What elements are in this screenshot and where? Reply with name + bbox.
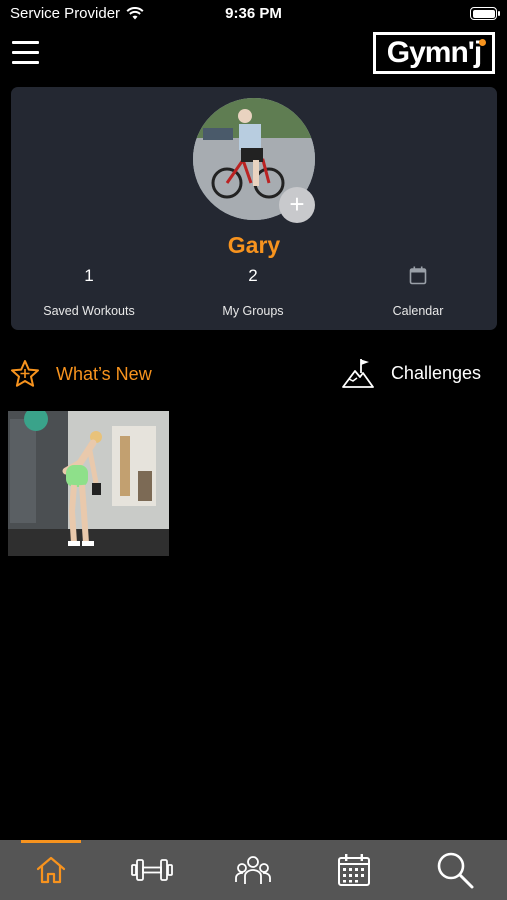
stat-label: My Groups <box>222 304 284 318</box>
app-logo: Gymn'j <box>373 32 495 74</box>
stat-label: Calendar <box>392 304 444 318</box>
bottom-tab-bar <box>0 840 507 900</box>
stat-calendar[interactable]: Calendar <box>338 265 498 318</box>
section-row: What’s New Challenges <box>0 355 507 395</box>
calendar-icon <box>337 854 370 886</box>
group-icon <box>234 856 271 884</box>
challenges-label: Challenges <box>390 362 481 383</box>
challenges-link[interactable]: Challenges <box>341 357 481 389</box>
stat-label: Saved Workouts <box>43 304 135 318</box>
workout-video-thumbnail[interactable] <box>8 411 169 556</box>
status-time: 9:36 PM <box>225 5 282 22</box>
tab-groups[interactable] <box>202 840 303 900</box>
stat-value: 2 <box>248 266 258 285</box>
hamburger-menu-icon[interactable] <box>12 41 39 65</box>
whats-new-label: What’s New <box>56 363 152 384</box>
profile-name: Gary <box>227 232 281 258</box>
tab-home[interactable] <box>0 840 101 900</box>
dumbbell-icon <box>130 859 173 881</box>
home-icon <box>36 856 65 884</box>
profile-card: + Gary 1 Saved Workouts 2 My Groups Cale… <box>11 87 497 330</box>
tab-calendar[interactable] <box>303 840 404 900</box>
stat-value: 1 <box>84 266 94 285</box>
star-icon <box>11 360 39 387</box>
status-bar: Service Provider 9:36 PM <box>0 0 507 28</box>
logo-text: Gymn'j <box>386 36 482 69</box>
add-photo-button[interactable]: + <box>279 187 315 223</box>
tab-search[interactable] <box>404 840 505 900</box>
stat-value <box>338 265 498 287</box>
tab-workouts[interactable] <box>101 840 202 900</box>
stat-saved-workouts[interactable]: 1 Saved Workouts <box>9 265 169 318</box>
mountain-flag-icon <box>342 359 374 388</box>
stat-my-groups[interactable]: 2 My Groups <box>173 265 333 318</box>
battery-icon <box>470 7 500 20</box>
calendar-icon <box>409 266 427 285</box>
app-header: Gymn'j <box>0 30 507 80</box>
logo-dot <box>479 39 486 46</box>
search-icon <box>437 852 473 889</box>
whats-new-link[interactable]: What’s New <box>10 359 152 389</box>
